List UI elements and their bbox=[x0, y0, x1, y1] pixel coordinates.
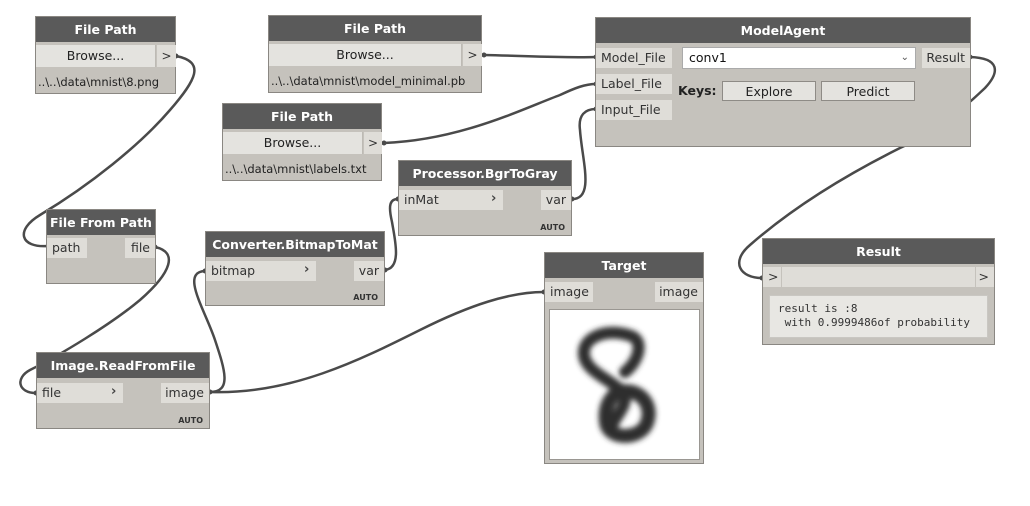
node-title: File Path bbox=[269, 16, 481, 41]
node-title: Processor.BgrToGray bbox=[399, 161, 571, 186]
chevron-right-icon: › bbox=[111, 384, 117, 399]
input-port-label-file[interactable]: Label_File bbox=[596, 74, 672, 94]
target-node[interactable]: Target image image bbox=[544, 252, 704, 464]
wire-imageread-to-target[interactable] bbox=[208, 290, 546, 394]
image-read-from-file-node[interactable]: Image.ReadFromFile file › image AUTO bbox=[36, 352, 210, 429]
model-agent-node[interactable]: ModelAgent Model_File Label_File Input_F… bbox=[595, 17, 971, 147]
file-path-node-1[interactable]: File Path Browse... > ..\..\data\mnist\8… bbox=[35, 16, 176, 94]
chevron-right-icon: › bbox=[304, 262, 310, 277]
node-title: Converter.BitmapToMat bbox=[206, 232, 384, 257]
node-title: Result bbox=[763, 239, 994, 264]
input-port-bitmap[interactable]: bitmap bbox=[206, 261, 316, 281]
file-path-value: ..\..\data\mnist\model_minimal.pb bbox=[271, 74, 466, 88]
node-title: File Path bbox=[36, 17, 175, 42]
node-title: Target bbox=[545, 253, 703, 278]
node-title: Image.ReadFromFile bbox=[37, 353, 209, 378]
file-path-node-3[interactable]: File Path Browse... > ..\..\data\mnist\l… bbox=[222, 103, 382, 181]
file-path-value: ..\..\data\mnist\8.png bbox=[38, 75, 160, 89]
port-spacer bbox=[782, 267, 975, 287]
input-port-path[interactable]: path bbox=[47, 238, 87, 258]
input-port-input-file[interactable]: Input_File bbox=[596, 100, 672, 120]
file-from-path-node[interactable]: File From Path path file bbox=[46, 209, 156, 284]
auto-badge: AUTO bbox=[353, 293, 378, 302]
result-node[interactable]: Result > > result is :8 with 0.9999486of… bbox=[762, 238, 995, 345]
chevron-right-icon: › bbox=[491, 191, 497, 206]
input-port-inmat[interactable]: inMat bbox=[399, 190, 503, 210]
auto-badge: AUTO bbox=[178, 416, 203, 425]
output-port[interactable]: > bbox=[364, 132, 382, 154]
wire-processor-to-inputfile[interactable] bbox=[570, 107, 598, 201]
file-path-node-2[interactable]: File Path Browse... > ..\..\data\mnist\m… bbox=[268, 15, 482, 93]
file-path-value: ..\..\data\mnist\labels.txt bbox=[225, 162, 367, 176]
output-port-file[interactable]: file bbox=[125, 238, 155, 258]
output-port-image[interactable]: image bbox=[655, 282, 703, 302]
output-port-image[interactable]: image bbox=[161, 383, 209, 403]
output-port-var[interactable]: var bbox=[541, 190, 571, 210]
result-output-text: result is :8 with 0.9999486of probabilit… bbox=[769, 295, 988, 338]
chevron-down-icon: ⌄ bbox=[900, 52, 909, 63]
node-title: ModelAgent bbox=[596, 18, 970, 43]
browse-button[interactable]: Browse... bbox=[36, 45, 156, 67]
wire-filepath2-to-modelfile[interactable] bbox=[482, 53, 598, 59]
output-port-var[interactable]: var bbox=[354, 261, 384, 281]
model-layer-dropdown[interactable]: conv1 ⌄ bbox=[682, 47, 916, 69]
digit-eight-image bbox=[577, 326, 656, 443]
node-title: File Path bbox=[223, 104, 381, 129]
explore-button[interactable]: Explore bbox=[722, 81, 816, 101]
browse-button[interactable]: Browse... bbox=[223, 132, 363, 154]
predict-button[interactable]: Predict bbox=[821, 81, 915, 101]
wire-converter-to-processor[interactable] bbox=[383, 197, 400, 272]
dropdown-value: conv1 bbox=[689, 50, 727, 65]
output-port[interactable]: > bbox=[463, 44, 482, 66]
output-port[interactable]: > bbox=[976, 267, 994, 287]
input-port-image[interactable]: image bbox=[545, 282, 593, 302]
auto-badge: AUTO bbox=[540, 223, 565, 232]
input-port-model-file[interactable]: Model_File bbox=[596, 48, 672, 68]
input-port[interactable]: > bbox=[763, 267, 781, 287]
output-port[interactable]: > bbox=[157, 45, 176, 67]
processor-bgr-to-gray-node[interactable]: Processor.BgrToGray inMat › var AUTO bbox=[398, 160, 572, 236]
node-title: File From Path bbox=[47, 210, 155, 235]
image-preview bbox=[549, 309, 700, 460]
output-port-result[interactable]: Result bbox=[922, 48, 970, 68]
keys-label: Keys: bbox=[678, 83, 717, 98]
converter-bitmap-to-mat-node[interactable]: Converter.BitmapToMat bitmap › var AUTO bbox=[205, 231, 385, 306]
browse-button[interactable]: Browse... bbox=[269, 44, 462, 66]
